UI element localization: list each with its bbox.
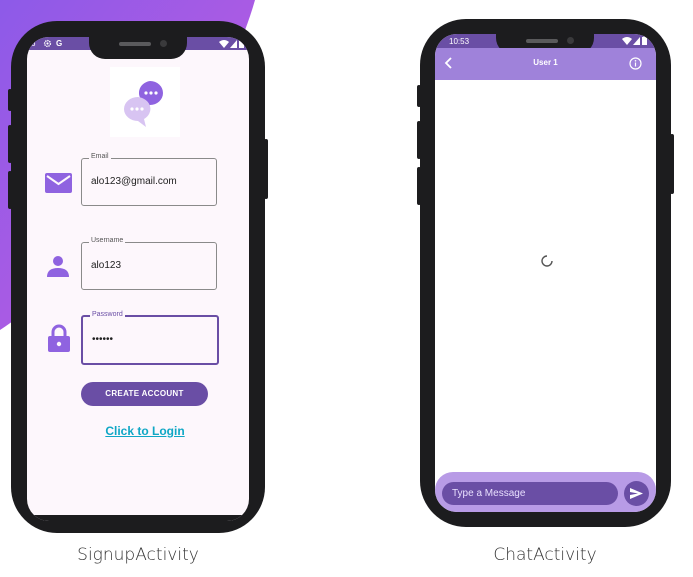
chat-screen: 10:53 User 1 Type a Message xyxy=(435,34,656,512)
lock-icon xyxy=(48,324,70,352)
phone-speaker xyxy=(119,42,151,46)
battery-icon xyxy=(642,36,647,45)
phone-camera xyxy=(567,37,574,44)
phone-side-button xyxy=(417,167,421,205)
phone-side-button xyxy=(8,89,12,111)
bottom-bezel xyxy=(27,515,249,521)
google-icon: G xyxy=(56,39,63,48)
phone-side-button xyxy=(417,85,421,107)
chat-app-bar: User 1 xyxy=(435,48,656,80)
create-account-button[interactable]: CREATE ACCOUNT xyxy=(81,382,208,406)
chat-phone-frame: 10:53 User 1 Type a Message xyxy=(417,19,674,527)
mail-icon xyxy=(45,173,72,193)
email-field[interactable]: Email alo123@gmail.com xyxy=(81,153,217,206)
email-field-label: Email xyxy=(89,153,111,160)
signup-caption: SignupActivity xyxy=(77,545,199,565)
phone-speaker xyxy=(526,39,558,43)
status-left-text: 6 xyxy=(31,39,36,48)
send-icon xyxy=(630,488,643,499)
loading-spinner-icon xyxy=(541,255,553,267)
chat-bubbles-icon xyxy=(124,81,163,127)
gear-icon xyxy=(43,39,52,48)
signup-phone-frame: 6 G Email alo123@gmail.com Username alo1… xyxy=(8,21,268,533)
phone-camera xyxy=(160,40,167,47)
phone-side-button xyxy=(417,121,421,159)
chat-title: User 1 xyxy=(533,58,558,67)
phone-side-button xyxy=(8,125,12,163)
password-field[interactable]: Password •••••• xyxy=(81,311,219,365)
message-bar: Type a Message xyxy=(435,472,656,512)
wifi-icon xyxy=(219,40,229,48)
battery-icon xyxy=(239,39,244,48)
send-button[interactable] xyxy=(624,481,649,506)
message-input[interactable]: Type a Message xyxy=(442,482,618,505)
username-field[interactable]: Username alo123 xyxy=(81,237,217,290)
app-logo xyxy=(110,67,180,137)
signal-icon xyxy=(633,37,640,45)
phone-side-button xyxy=(8,171,12,209)
phone-power-button xyxy=(670,134,674,194)
login-link[interactable]: Click to Login xyxy=(87,424,203,438)
phone-power-button xyxy=(264,139,268,199)
username-field-label: Username xyxy=(89,237,126,244)
signal-icon xyxy=(230,40,237,48)
chat-caption: ChatActivity xyxy=(493,545,597,565)
person-icon xyxy=(47,256,69,277)
email-field-value: alo123@gmail.com xyxy=(91,176,177,187)
password-field-label: Password xyxy=(90,311,125,318)
username-field-value: alo123 xyxy=(91,260,122,271)
signup-screen: 6 G Email alo123@gmail.com Username alo1… xyxy=(27,37,249,521)
status-time: 10:53 xyxy=(449,37,470,46)
password-field-value: •••••• xyxy=(92,334,114,345)
wifi-icon xyxy=(622,37,632,45)
phone-notch xyxy=(89,37,187,59)
info-icon[interactable] xyxy=(629,57,642,70)
